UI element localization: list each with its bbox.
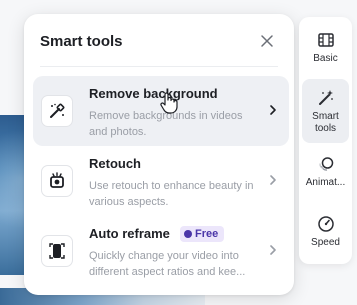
reframe-icon xyxy=(41,235,73,267)
tool-description: Quickly change your video into different… xyxy=(89,250,246,278)
magic-wand-icon xyxy=(318,90,333,105)
property-rail: Basic Smart tools Animat... Speed xyxy=(299,17,352,264)
speedometer-icon xyxy=(317,216,334,232)
rail-label: Speed xyxy=(311,237,340,248)
retouch-icon xyxy=(41,165,73,197)
tool-name: Remove background xyxy=(89,86,218,101)
chevron-right-icon xyxy=(270,175,276,185)
film-icon xyxy=(317,33,334,47)
tool-auto-reframe[interactable]: Auto reframe Free Quickly change your vi… xyxy=(33,216,289,286)
divider xyxy=(40,66,278,67)
tool-description: Remove backgrounds in videos and photos. xyxy=(89,110,243,138)
close-icon xyxy=(261,35,273,47)
rail-label: Smart tools xyxy=(312,111,339,134)
rail-item-speed[interactable]: Speed xyxy=(302,205,349,269)
rail-item-animation[interactable]: Animat... xyxy=(302,145,349,209)
chevron-right-icon xyxy=(270,245,276,255)
badge-label: Free xyxy=(195,228,219,240)
rail-label: Basic xyxy=(313,53,338,64)
chevron-right-icon xyxy=(270,105,276,115)
tool-name: Auto reframe xyxy=(89,226,170,241)
panel-title: Smart tools xyxy=(40,33,123,50)
close-button[interactable] xyxy=(258,32,276,50)
magic-eraser-icon xyxy=(41,95,73,127)
tool-remove-background[interactable]: Remove background Remove backgrounds in … xyxy=(33,76,289,146)
rail-label: Animat... xyxy=(305,177,346,188)
tool-description: Use retouch to enhance beauty in various… xyxy=(89,180,254,208)
rail-item-smart-tools[interactable]: Smart tools xyxy=(302,79,349,143)
tool-retouch[interactable]: Retouch Use retouch to enhance beauty in… xyxy=(33,146,289,216)
editor-stage: Smart tools Remove background Remove bac… xyxy=(0,0,357,305)
clock-icon xyxy=(184,230,192,238)
free-badge: Free xyxy=(180,226,225,242)
animation-icon xyxy=(318,157,333,171)
tool-name: Retouch xyxy=(89,156,141,171)
smart-tools-panel: Smart tools Remove background Remove bac… xyxy=(24,14,294,295)
rail-item-basic[interactable]: Basic xyxy=(302,21,349,85)
